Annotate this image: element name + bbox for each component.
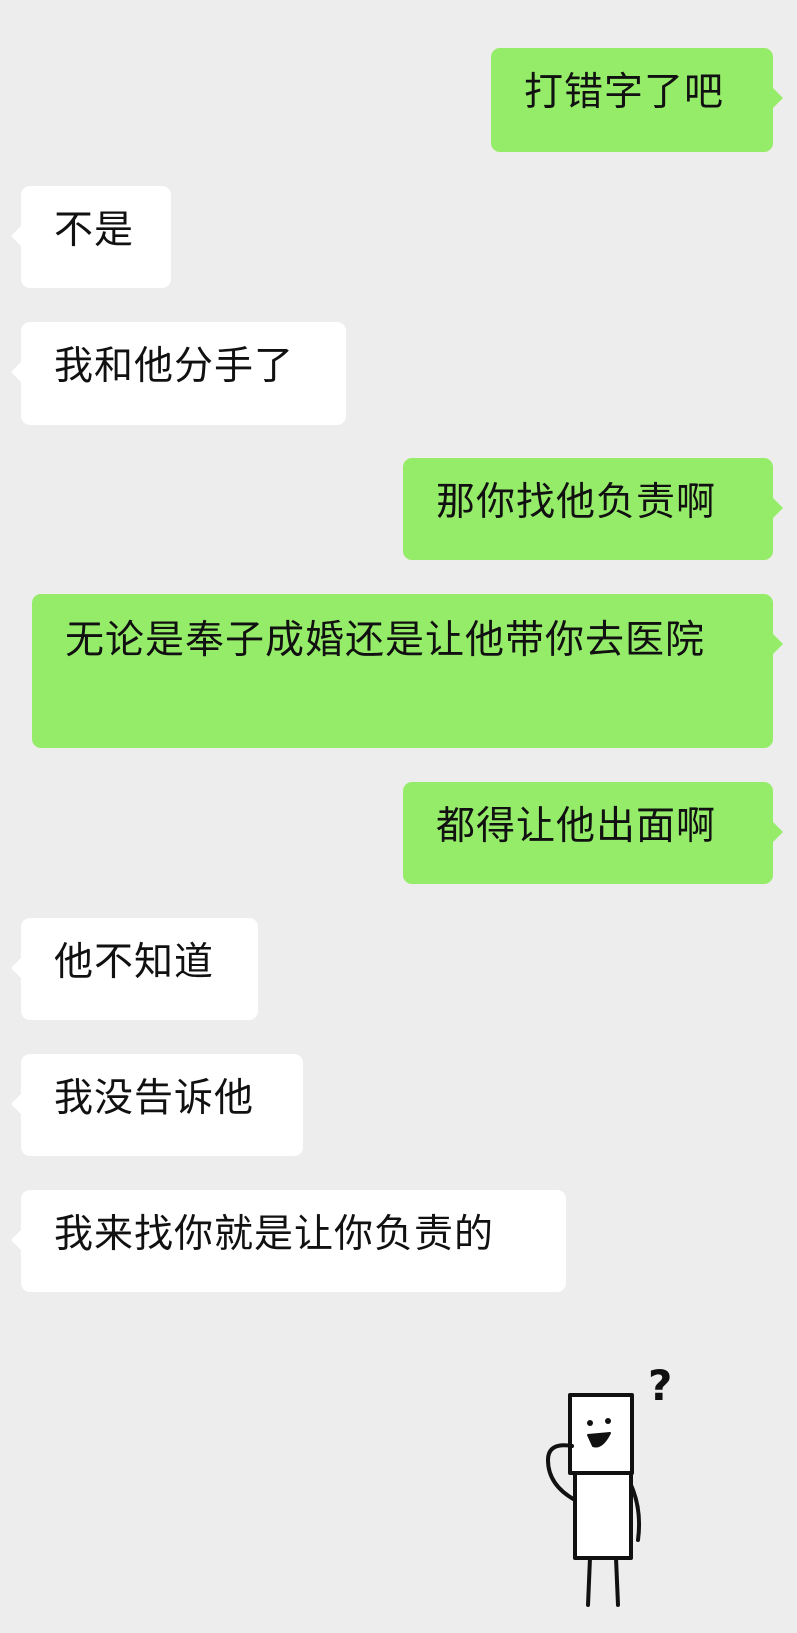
message-outgoing[interactable]: 都得让他出面啊: [403, 782, 783, 884]
message-text: 那你找他负责啊: [436, 480, 717, 525]
message-outgoing[interactable]: 打错字了吧: [491, 48, 783, 152]
message-incoming[interactable]: 他不知道: [11, 918, 258, 1020]
message-text: 他不知道: [54, 940, 215, 985]
message-incoming[interactable]: 我和他分手了: [11, 322, 346, 425]
question-mark-icon: ?: [648, 1361, 672, 1410]
message-text: 不是: [54, 208, 135, 253]
figure-eye-right: [605, 1418, 611, 1424]
figure-leg-left: [586, 1556, 592, 1607]
message-outgoing[interactable]: 无论是奉子成婚还是让他带你去医院: [32, 594, 783, 748]
message-text: 我和他分手了: [54, 344, 295, 389]
message-incoming[interactable]: 不是: [11, 186, 171, 288]
message-text: 无论是奉子成婚还是让他带你去医院: [65, 618, 706, 663]
figure-leg-right: [614, 1556, 620, 1607]
message-text: 我没告诉他: [54, 1076, 255, 1121]
message-incoming[interactable]: 我来找你就是让你负责的: [11, 1190, 566, 1292]
message-text: 都得让他出面啊: [436, 804, 717, 849]
message-outgoing[interactable]: 那你找他负责啊: [403, 458, 783, 560]
figure-body: [573, 1471, 633, 1560]
message-text: 我来找你就是让你负责的: [54, 1212, 495, 1257]
message-text: 打错字了吧: [524, 70, 725, 115]
figure-eye-left: [587, 1420, 593, 1426]
sticker-stick-figure[interactable]: ?: [530, 1350, 680, 1610]
message-incoming[interactable]: 我没告诉他: [11, 1054, 303, 1156]
